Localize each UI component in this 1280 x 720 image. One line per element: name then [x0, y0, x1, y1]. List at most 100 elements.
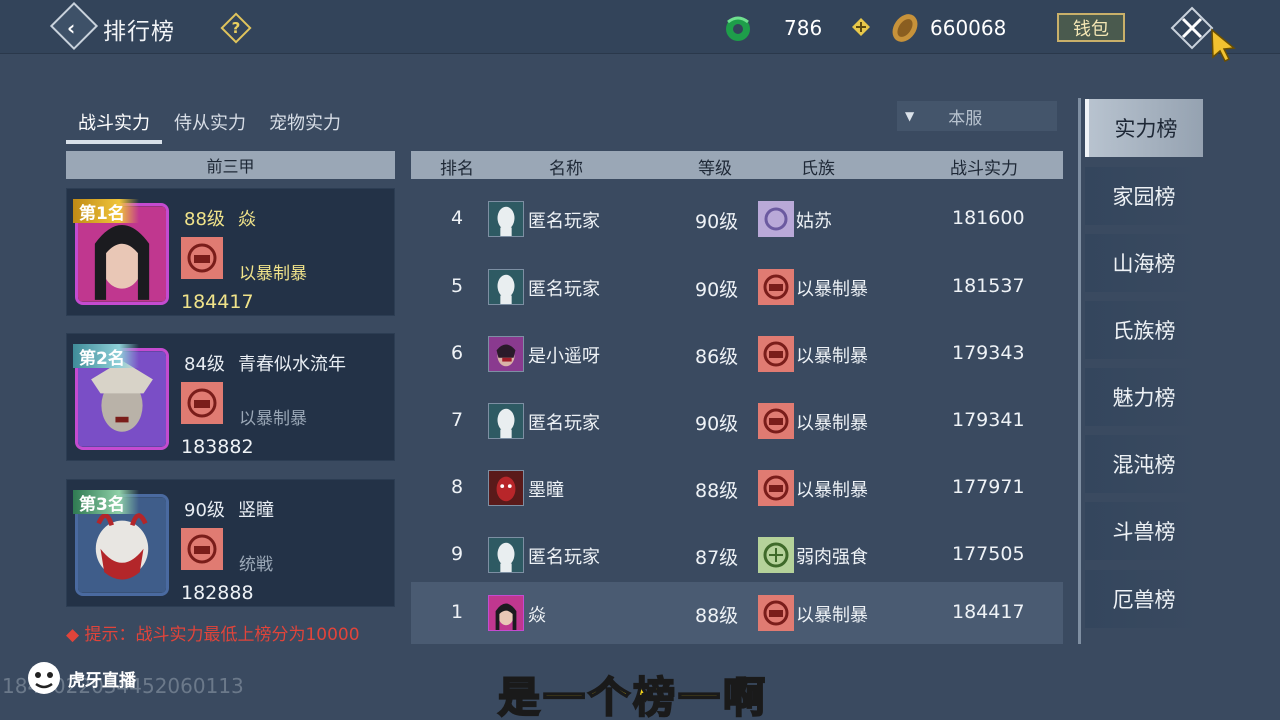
row-name: 匿名玩家 — [528, 211, 600, 232]
clan-emblem-icon — [758, 336, 794, 372]
table-row[interactable]: 7 匿名玩家 90级 以暴制暴 179341 — [411, 390, 1063, 452]
ranking-table-header: 排名 名称 等级 氏族 战斗实力 — [411, 151, 1063, 179]
help-button[interactable]: ? — [220, 12, 252, 44]
row-name: 墨瞳 — [528, 480, 564, 501]
huya-logo-icon — [28, 662, 60, 694]
coin-amount: 660068 — [930, 16, 1007, 40]
side-nav-charm-ranking[interactable]: 魅力榜 — [1085, 368, 1203, 426]
row-rank: 5 — [451, 275, 464, 297]
row-clan: 以暴制暴 — [796, 279, 868, 300]
tab-combat-power[interactable]: 战斗实力 — [78, 109, 150, 135]
clan-name: 以暴制暴 — [239, 409, 307, 429]
row-level: 90级 — [695, 211, 739, 233]
anonymous-avatar-icon — [488, 403, 524, 439]
row-level: 90级 — [695, 413, 739, 435]
side-nav-chaos-ranking[interactable]: 混沌榜 — [1085, 435, 1203, 493]
table-row[interactable]: 9 匿名玩家 87级 弱肉强食 177505 — [411, 524, 1063, 586]
row-rank: 6 — [451, 342, 464, 364]
my-ranking-row[interactable]: 1 焱 88级 以暴制暴 184417 — [411, 582, 1063, 644]
tab-pet-power[interactable]: 宠物实力 — [269, 109, 341, 135]
side-nav-power-ranking[interactable]: 实力榜 — [1085, 99, 1203, 157]
player-level: 88级 — [184, 209, 225, 230]
row-name: 匿名玩家 — [528, 279, 600, 300]
table-row[interactable]: 6 是小遥呀 86级 以暴制暴 179343 — [411, 323, 1063, 385]
close-icon[interactable] — [1170, 6, 1214, 50]
row-rank: 9 — [451, 543, 464, 565]
combat-score: 182888 — [181, 582, 254, 604]
side-nav-clan-ranking[interactable]: 氏族榜 — [1085, 301, 1203, 359]
row-rank: 1 — [451, 601, 464, 623]
player-level: 84级 — [184, 354, 225, 375]
clan-name: 以暴制暴 — [239, 264, 307, 284]
rank-tag: 第3名 — [73, 490, 139, 515]
tab-servant-power[interactable]: 侍从实力 — [174, 109, 246, 135]
top3-card-3[interactable]: 第3名 90级 竖瞳 统戦 182888 — [66, 479, 395, 607]
side-nav-divider — [1078, 98, 1081, 644]
column-header-combat-power: 战斗实力 — [950, 159, 1018, 179]
player-name: 焱 — [238, 209, 256, 230]
clan-emblem-icon — [181, 237, 223, 279]
page-title: 排行榜 — [103, 19, 175, 45]
row-level: 88级 — [695, 605, 739, 627]
wallet-button[interactable]: 钱包 — [1057, 13, 1125, 42]
chevron-down-icon: ▼ — [905, 109, 915, 123]
side-nav-evil-beast-ranking[interactable]: 厄兽榜 — [1085, 570, 1203, 628]
row-rank: 8 — [451, 476, 464, 498]
row-rank: 4 — [451, 207, 464, 229]
table-row[interactable]: 5 匿名玩家 90级 以暴制暴 181537 — [411, 256, 1063, 318]
column-header-name: 名称 — [549, 159, 583, 179]
table-row[interactable]: 8 墨瞳 88级 以暴制暴 177971 — [411, 457, 1063, 519]
server-filter-dropdown[interactable]: ▼ 本服 — [897, 101, 1057, 131]
hint-text: 提示：战斗实力最低上榜分为10000 — [84, 625, 360, 645]
row-score: 177505 — [952, 543, 1025, 565]
coin-currency-icon — [892, 14, 918, 42]
row-score: 184417 — [952, 601, 1025, 623]
info-icon: ◆ — [66, 625, 80, 645]
clan-emblem-icon — [181, 382, 223, 424]
anonymous-avatar-icon — [488, 269, 524, 305]
row-score: 181537 — [952, 275, 1025, 297]
back-button[interactable]: ‹ — [49, 1, 99, 51]
row-clan: 以暴制暴 — [796, 413, 868, 434]
clan-emblem-icon — [758, 201, 794, 237]
active-tab-indicator — [66, 140, 162, 144]
row-level: 88级 — [695, 480, 739, 502]
row-clan: 姑苏 — [796, 211, 832, 232]
jade-currency-icon — [726, 16, 750, 41]
top3-header: 前三甲 — [66, 151, 395, 179]
row-score: 177971 — [952, 476, 1025, 498]
player-name: 青春似水流年 — [238, 354, 346, 375]
column-header-rank: 排名 — [440, 159, 474, 179]
clan-name: 统戦 — [239, 555, 273, 575]
clan-emblem-icon — [758, 403, 794, 439]
top3-card-2[interactable]: 第2名 84级 青春似水流年 以暴制暴 183882 — [66, 333, 395, 461]
clan-emblem-icon — [758, 470, 794, 506]
player-avatar — [488, 470, 524, 506]
video-subtitle: 是一个榜一啊 — [497, 672, 769, 720]
table-row[interactable]: 4 匿名玩家 90级 姑苏 181600 — [411, 188, 1063, 250]
minimum-score-hint: ◆ 提示：战斗实力最低上榜分为10000 — [66, 620, 360, 645]
help-icon: ? — [231, 19, 241, 37]
row-level: 90级 — [695, 279, 739, 301]
player-avatar — [488, 595, 524, 631]
clan-emblem-icon — [758, 537, 794, 573]
row-name: 焱 — [528, 605, 546, 626]
side-nav-home-ranking[interactable]: 家园榜 — [1085, 167, 1203, 225]
rank-tag: 第2名 — [73, 344, 139, 369]
jade-amount: 786 — [784, 16, 823, 40]
side-nav-beast-fight-ranking[interactable]: 斗兽榜 — [1085, 502, 1203, 560]
column-header-level: 等级 — [698, 159, 732, 179]
row-clan: 以暴制暴 — [796, 346, 868, 367]
add-currency-icon[interactable] — [852, 18, 870, 36]
side-nav-shanhai-ranking[interactable]: 山海榜 — [1085, 234, 1203, 292]
row-name: 匿名玩家 — [528, 413, 600, 434]
row-level: 87级 — [695, 547, 739, 569]
row-name: 是小遥呀 — [528, 346, 600, 367]
cursor-icon — [1211, 28, 1236, 62]
server-filter-value: 本服 — [948, 108, 983, 129]
top3-card-1[interactable]: 第1名 88级 焱 以暴制暴 184417 — [66, 188, 395, 316]
row-clan: 以暴制暴 — [796, 605, 868, 626]
row-clan: 以暴制暴 — [796, 480, 868, 501]
row-level: 86级 — [695, 346, 739, 368]
clan-emblem-icon — [758, 595, 794, 631]
